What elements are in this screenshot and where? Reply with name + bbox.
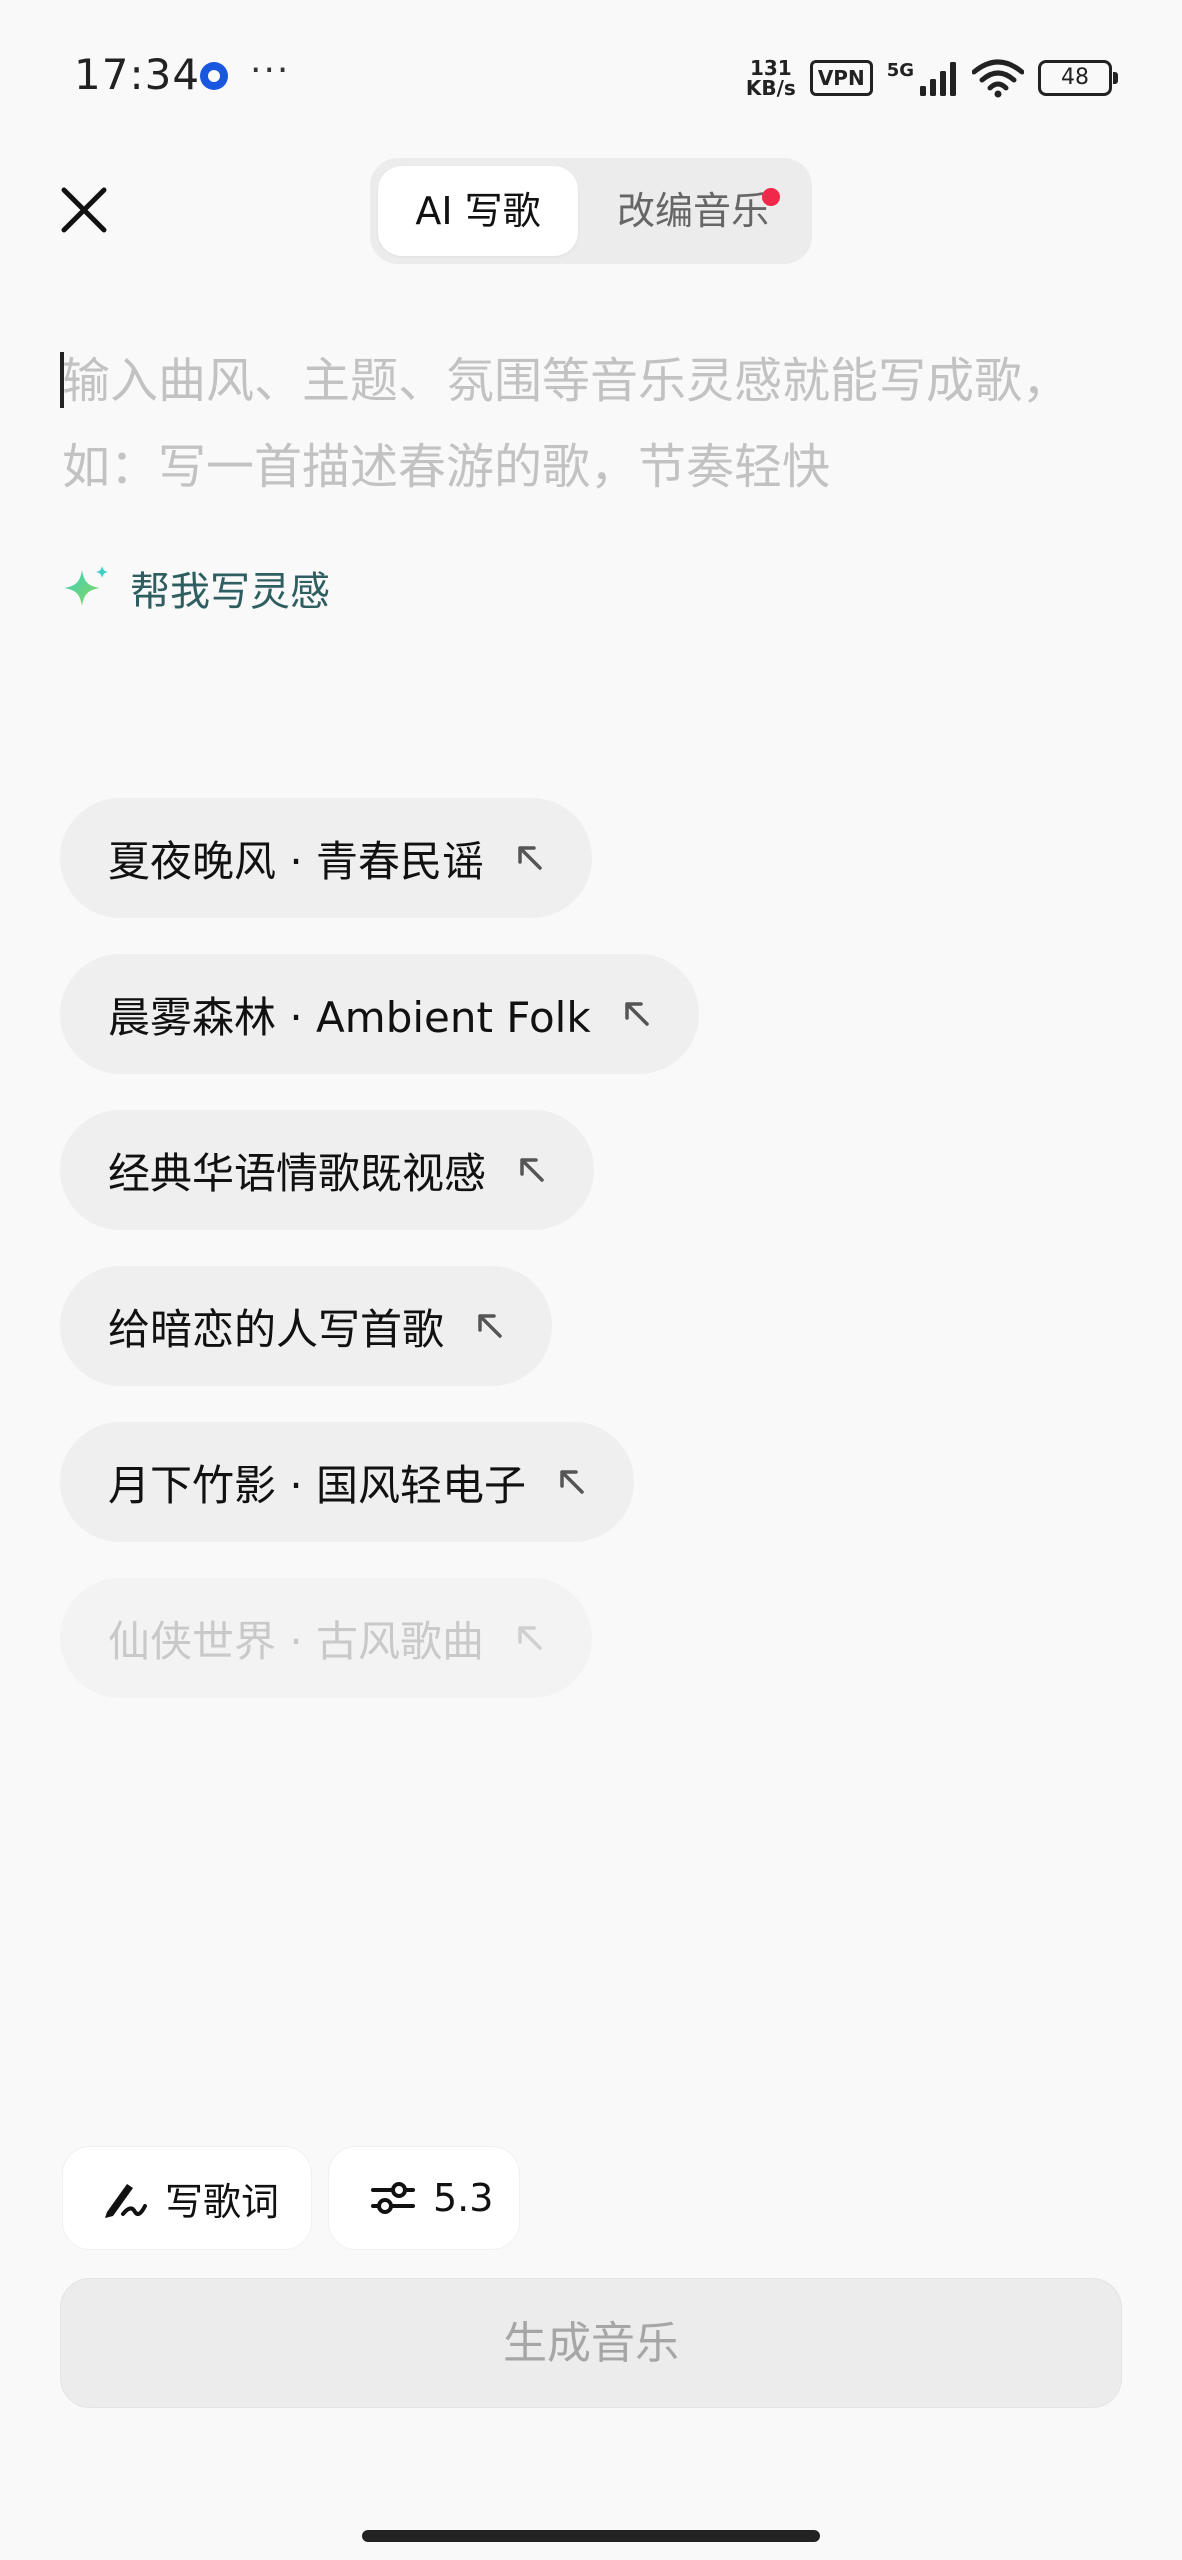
network-speed: 131 KB/s (746, 58, 796, 98)
suggestion-chip-label: 夏夜晚风 · 青春民谣 (108, 836, 485, 886)
write-lyrics-button[interactable]: 写歌词 (62, 2146, 312, 2250)
suggestion-chip-label: 给暗恋的人写首歌 (108, 1304, 445, 1354)
signal-bars-icon (920, 62, 956, 96)
mode-tabs: AI 写歌 改编音乐 (370, 158, 812, 264)
suggestion-chip[interactable]: 给暗恋的人写首歌 (60, 1266, 553, 1386)
status-time: 17:34 (74, 50, 201, 99)
pen-icon (105, 2184, 147, 2218)
arrow-up-left-icon (556, 1466, 588, 1498)
suggestion-chip[interactable]: 夏夜晚风 · 青春民谣 (60, 798, 593, 918)
network-type: 5G (886, 60, 914, 81)
tab-ai-songwriting[interactable]: AI 写歌 (378, 166, 578, 256)
suggestion-chip[interactable]: 月下竹影 · 国风轻电子 (60, 1422, 635, 1542)
status-more-icon: ··· (250, 50, 291, 91)
status-bar: 17:34 ··· 131 KB/s VPN 5G 48 (0, 0, 1182, 150)
arrow-up-left-icon (516, 1154, 548, 1186)
arrow-up-left-icon (514, 842, 546, 874)
arrow-up-left-icon (474, 1310, 506, 1342)
close-button[interactable] (54, 180, 114, 240)
new-badge-dot (762, 188, 780, 206)
suggestion-chip-label: 月下竹影 · 国风轻电子 (108, 1460, 527, 1510)
suggestion-chip[interactable]: 经典华语情歌既视感 (60, 1110, 595, 1230)
prompt-input[interactable] (62, 338, 1102, 518)
vpn-badge: VPN (809, 60, 873, 96)
cellular-signal: 5G (887, 60, 958, 96)
close-icon (61, 187, 107, 233)
suggestion-chip-label: 晨雾森林 · Ambient Folk (108, 992, 591, 1042)
inspire-button[interactable]: 帮我写灵感 (62, 558, 330, 618)
battery-indicator: 48 (1038, 60, 1118, 96)
tab-remix-music-label: 改编音乐 (616, 189, 769, 233)
suggestion-chip-label: 经典华语情歌既视感 (108, 1148, 487, 1198)
home-indicator[interactable] (362, 2530, 820, 2542)
model-version-label: 5.3 (433, 2176, 494, 2220)
suggestion-chip-label: 仙侠世界 · 古风歌曲 (108, 1616, 485, 1666)
inspire-label: 帮我写灵感 (130, 569, 330, 615)
suggestion-chip[interactable]: 晨雾森林 · Ambient Folk (60, 954, 699, 1074)
network-speed-unit: KB/s (745, 76, 796, 100)
sliders-icon (371, 2182, 415, 2214)
status-right-group: 131 KB/s VPN 5G 48 (746, 56, 1118, 100)
network-speed-value: 131 (749, 56, 792, 80)
tab-remix-music[interactable]: 改编音乐 (584, 166, 802, 256)
screen: 17:34 ··· 131 KB/s VPN 5G 48 AI 写歌 改编音乐 … (0, 0, 1182, 2560)
arrow-up-left-icon (621, 998, 653, 1030)
notification-app-icon (200, 62, 228, 90)
sparkle-icon (64, 566, 108, 606)
model-version-button[interactable]: 5.3 (328, 2146, 520, 2250)
wifi-icon (972, 59, 1024, 98)
suggestion-chip[interactable]: 仙侠世界 · 古风歌曲 (60, 1578, 593, 1698)
generate-music-button[interactable]: 生成音乐 (60, 2278, 1122, 2408)
write-lyrics-label: 写歌词 (165, 2179, 280, 2224)
arrow-up-left-icon (514, 1622, 546, 1654)
